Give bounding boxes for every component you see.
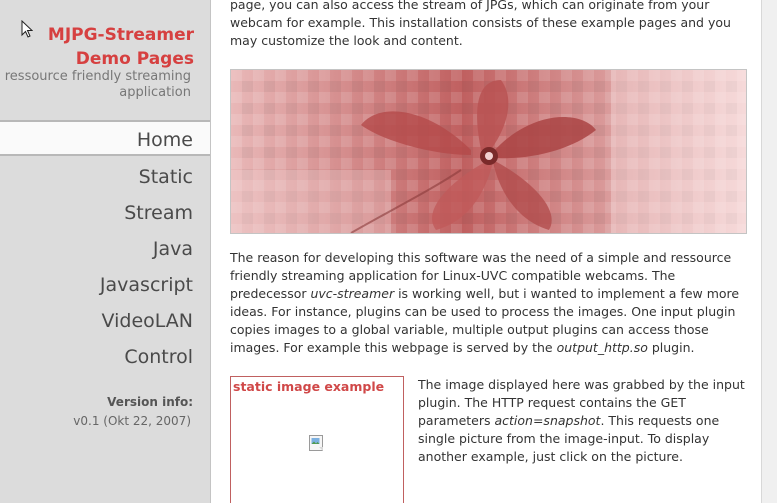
side-em-1: action=snapshot (494, 413, 601, 428)
sidebar: MJPG-Streamer Demo Pages a ressource fri… (0, 0, 211, 503)
nav-item-control[interactable]: Control (0, 339, 209, 375)
nav-item-java[interactable]: Java (0, 231, 209, 267)
nav-item-label: Stream (124, 202, 193, 224)
static-image-box[interactable]: static image example (230, 376, 404, 503)
nav-item-stream[interactable]: Stream (0, 195, 209, 231)
nav-item-label: Home (136, 129, 193, 151)
mouse-pointer-icon (21, 20, 33, 38)
reason-em-1: uvc-streamer (310, 286, 395, 301)
nav-item-home[interactable]: Home (0, 120, 210, 156)
version-label: Version info: (107, 395, 193, 409)
nav-item-label: Java (152, 238, 193, 260)
intro-paragraph: page, you can also access the stream of … (230, 0, 731, 48)
version-value: v0.1 (Okt 22, 2007) (73, 414, 191, 428)
main-content: page, you can also access the stream of … (211, 0, 762, 503)
site-subtitle: a ressource friendly streaming applicati… (0, 69, 191, 100)
static-box-title: static image example (233, 379, 385, 394)
reason-paragraph: The reason for developing this software … (230, 249, 752, 357)
nav-item-videolan[interactable]: VideoLAN (0, 303, 209, 339)
site-title: MJPG-Streamer Demo Pages (47, 25, 194, 69)
reason-em-2: output_http.so (556, 340, 648, 355)
nav-item-label: Static (138, 166, 193, 188)
static-image-description: The image displayed here was grabbed by … (418, 376, 753, 466)
nav-item-static[interactable]: Static (0, 159, 209, 195)
nav-item-label: VideoLAN (101, 310, 193, 332)
page-scrollbar[interactable] (762, 0, 777, 503)
nav-item-javascript[interactable]: Javascript (0, 267, 209, 303)
broken-image-icon[interactable] (309, 435, 325, 451)
nav-item-label: Control (124, 346, 193, 368)
flower-banner-image (230, 69, 747, 234)
reason-text-3: plugin. (647, 340, 695, 355)
nav-item-label: Javascript (99, 274, 193, 296)
